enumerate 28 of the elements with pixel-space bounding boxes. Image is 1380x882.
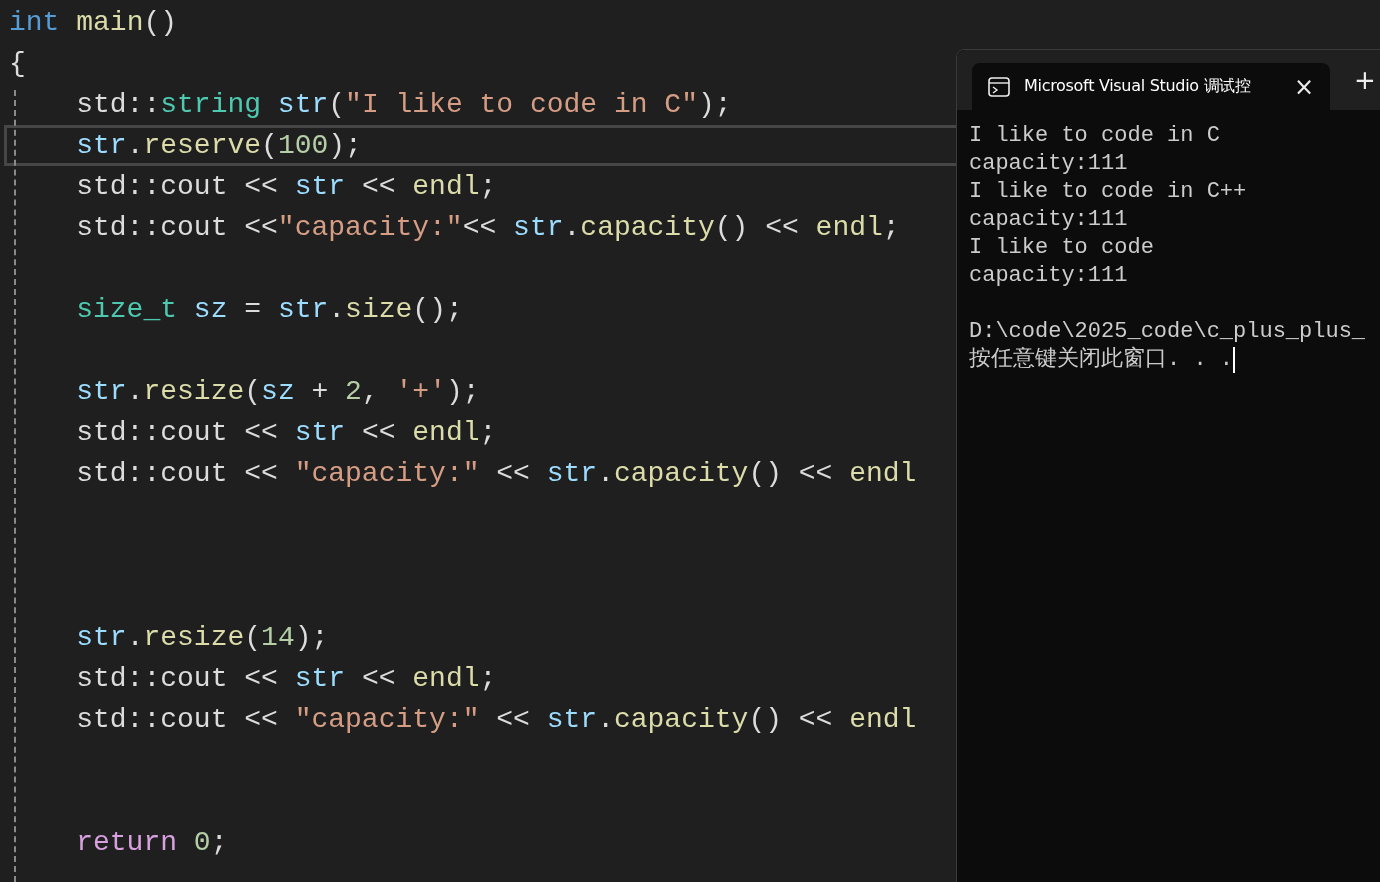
console-output-line: I like to code — [969, 234, 1154, 262]
code-line: str.resize(14); — [75, 622, 329, 653]
text-cursor — [1233, 347, 1235, 373]
code-line: str.resize(sz + 2, '+'); — [75, 376, 480, 407]
code-line: { — [9, 48, 26, 79]
new-tab-button[interactable]: + — [1350, 67, 1380, 93]
code-line: std::cout << "capacity:" << str.capacity() << endl — [75, 704, 917, 735]
code-line: std::cout << "capacity:" << str.capacity() << endl — [75, 458, 917, 489]
console-output-line: D:\code\2025_code\c_plus_plus_ — [969, 318, 1366, 346]
console-output-line: I like to code in C — [969, 122, 1220, 150]
tab-title: Microsoft Visual Studio 调试控 — [1024, 76, 1252, 97]
code-line: str.reserve(100); — [75, 130, 362, 161]
code-line: int main() — [9, 7, 178, 38]
code-line: std::cout << str << endl; — [75, 171, 497, 202]
console-output-line: capacity:111 — [969, 206, 1128, 234]
code-line: std::cout <<"capacity:"<< str.capacity() << endl; — [75, 212, 900, 243]
console-icon — [988, 76, 1010, 97]
code-line: std::string str("I like to code in C"); — [75, 89, 732, 120]
close-tab-button[interactable]: × — [1289, 74, 1318, 99]
code-line: std::cout << str << endl; — [75, 417, 497, 448]
console-output-line: capacity:111 — [969, 150, 1128, 178]
console-output-line: I like to code in C++ — [969, 178, 1247, 206]
console-output-line: 按任意键关闭此窗口. . . — [969, 346, 1233, 374]
code-line: size_t sz = str.size(); — [75, 294, 463, 325]
console-tab[interactable]: Microsoft Visual Studio 调试控 × — [972, 63, 1330, 110]
console-output-line: capacity:111 — [969, 262, 1128, 290]
code-line: std::cout << str << endl; — [75, 663, 497, 694]
code-line: return 0; — [75, 827, 228, 858]
